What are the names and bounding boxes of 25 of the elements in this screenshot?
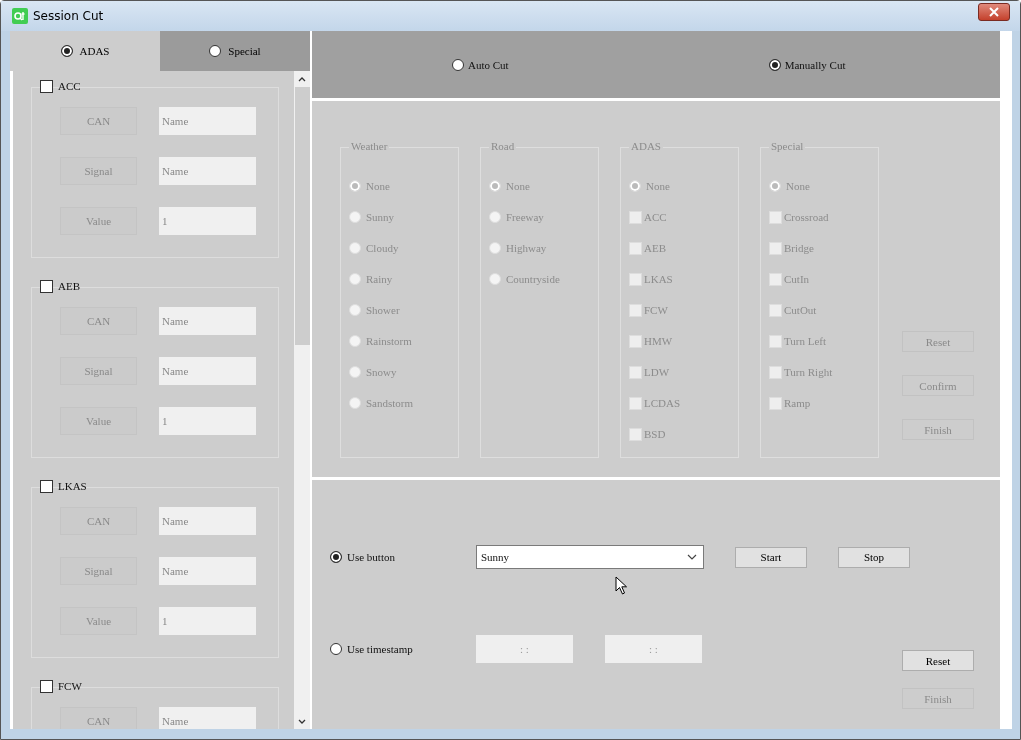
group-label: LKAS [58, 480, 87, 492]
action-button[interactable]: Stop [838, 546, 910, 568]
window-title: Session Cut [33, 9, 105, 23]
tab[interactable]: Special [160, 31, 310, 71]
app-logo-icon [12, 8, 28, 24]
group-title: Special [769, 140, 806, 152]
group-label: FCW [58, 680, 82, 692]
close-button[interactable] [978, 3, 1010, 21]
close-icon [988, 7, 1000, 17]
scrollbar[interactable] [294, 71, 310, 729]
radio-option[interactable]: Use timestamp [330, 643, 476, 655]
radio-option[interactable]: Use button [330, 551, 476, 563]
weather-dropdown[interactable]: Sunny [476, 545, 704, 569]
chevron-down-icon [687, 554, 697, 560]
cursor-icon [615, 576, 629, 596]
radio-option[interactable]: Manually Cut [768, 58, 846, 71]
group-title: Weather [349, 140, 390, 152]
group-label: AEB [58, 280, 80, 292]
group-label: ACC [58, 80, 81, 92]
scroll-thumb[interactable] [294, 87, 310, 345]
group-title: Road [489, 140, 517, 152]
group-title: ADAS [629, 140, 663, 152]
action-button[interactable]: Start [735, 546, 807, 568]
action-button[interactable]: Reset [902, 650, 974, 671]
radio-option[interactable]: Auto Cut [452, 58, 509, 71]
